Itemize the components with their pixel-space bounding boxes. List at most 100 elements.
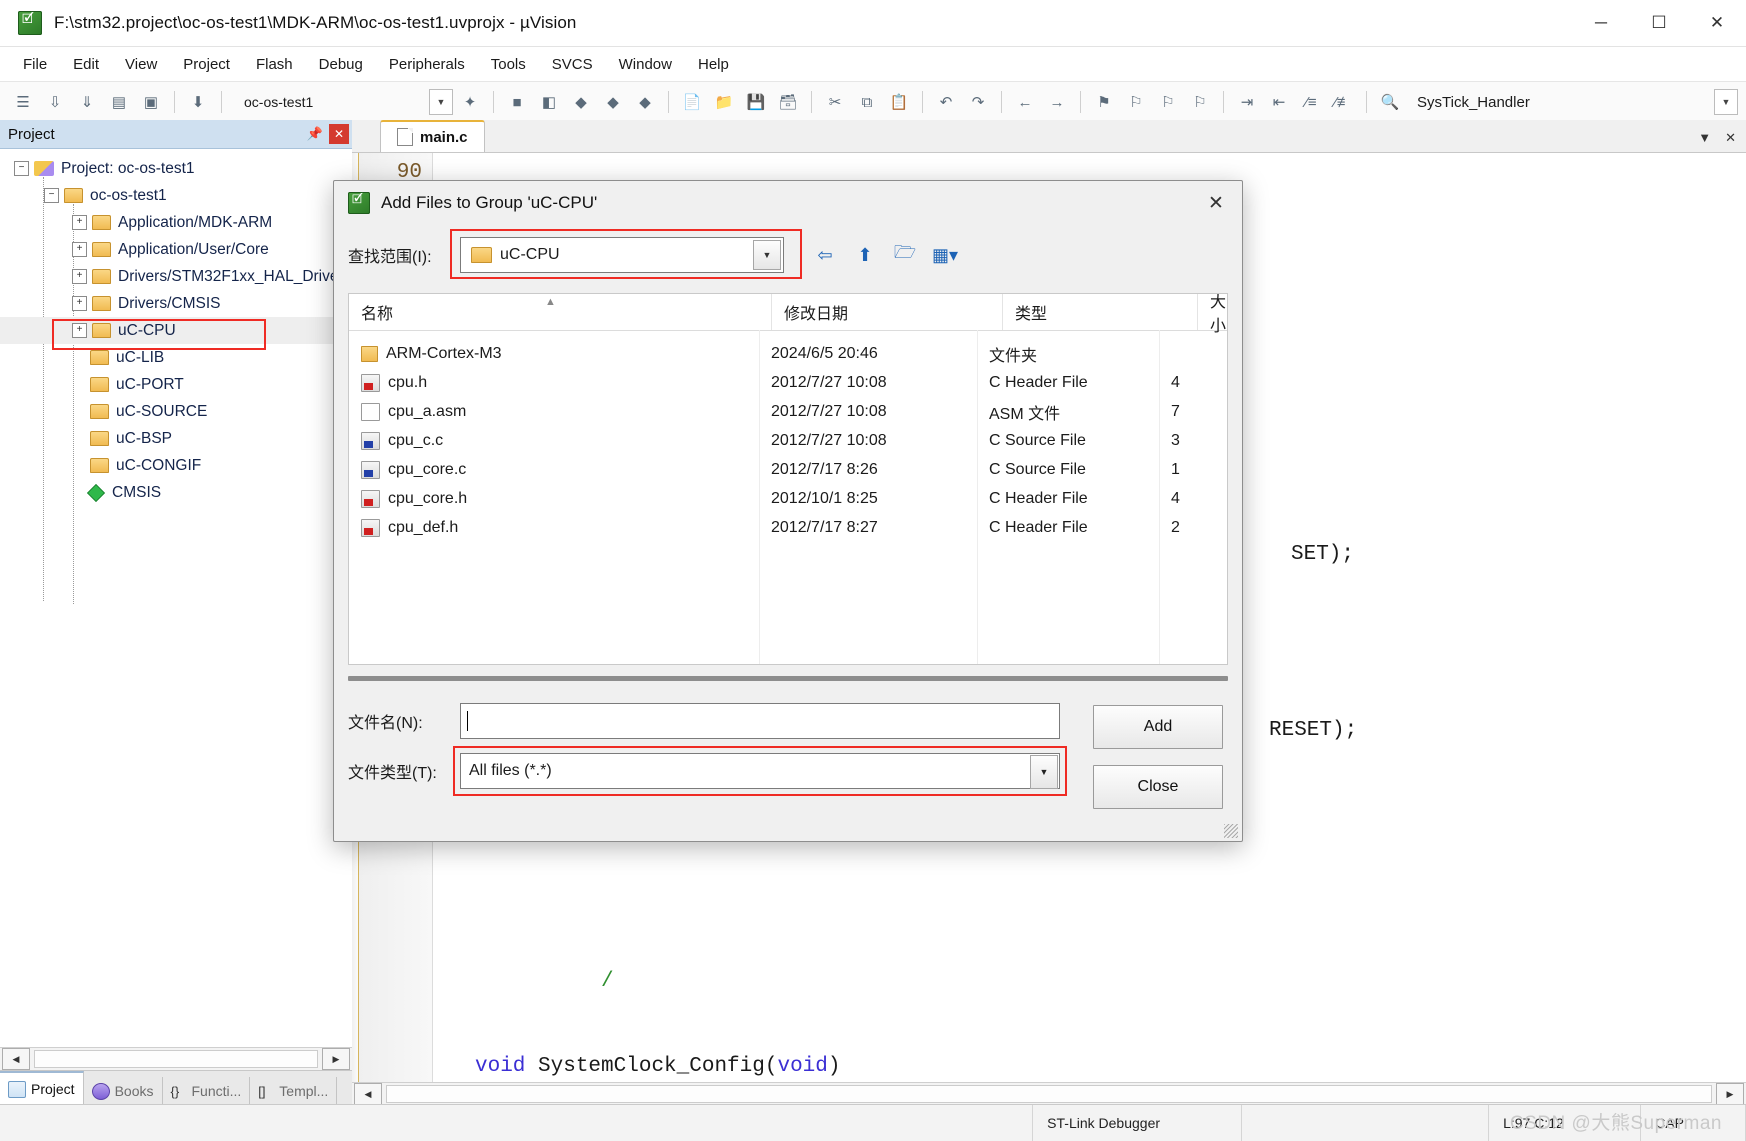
scroll-left-icon[interactable]: ◀ [2, 1048, 30, 1070]
filetype-combobox[interactable]: All files (*.*) ▼ [460, 753, 1060, 789]
chevron-down-icon[interactable]: ▼ [753, 240, 781, 270]
function-selector-chevron-down-icon[interactable]: ▼ [1714, 89, 1738, 115]
redo-icon[interactable]: ↷ [963, 87, 993, 117]
scroll-right-icon[interactable]: ▶ [1716, 1083, 1744, 1105]
editor-horizontal-scrollbar[interactable]: ◀ ▶ [352, 1082, 1746, 1105]
tree-node-group[interactable]: + Drivers/STM32F1xx_HAL_Drive [0, 263, 352, 290]
expand-icon[interactable]: + [72, 296, 87, 311]
new-file-icon[interactable]: 📄 [677, 87, 707, 117]
tree-node-uc-cpu[interactable]: + uC-CPU [0, 317, 352, 344]
tree-node-group[interactable]: + Application/User/Core [0, 236, 352, 263]
download-all-icon[interactable]: ⇓ [72, 87, 102, 117]
cut-icon[interactable]: ✂ [820, 87, 850, 117]
uncomment-icon[interactable]: ⁄≢ [1328, 87, 1358, 117]
tab-books[interactable]: Books [84, 1077, 163, 1105]
save-all-icon[interactable]: 🗃 [773, 87, 803, 117]
manage-windows-icon[interactable]: ◧ [534, 87, 564, 117]
file-row[interactable]: cpu_c.c 2012/7/27 10:08 C Source File 3 [349, 426, 1227, 455]
maximize-button[interactable]: ☐ [1630, 0, 1688, 46]
close-button[interactable]: Close [1093, 765, 1223, 809]
scrollbar-thumb[interactable] [34, 1050, 318, 1068]
column-header-date[interactable]: 修改日期 [771, 294, 1002, 330]
debug-multi-icon[interactable]: ◆ [630, 87, 660, 117]
build-icon[interactable]: ☰ [8, 87, 38, 117]
view-mode-icon[interactable]: ▦▾ [930, 240, 960, 270]
tree-node-group[interactable]: uC-PORT [0, 371, 352, 398]
file-row[interactable]: ARM-Cortex-M3 2024/6/5 20:46 文件夹 [349, 339, 1227, 368]
bookmark-next-icon[interactable]: ⚐ [1153, 87, 1183, 117]
editor-tab-main-c[interactable]: main.c [380, 120, 485, 152]
tree-node-group[interactable]: uC-SOURCE [0, 398, 352, 425]
copy-icon[interactable]: ⧉ [852, 87, 882, 117]
layers-icon[interactable]: ▤ [104, 87, 134, 117]
scroll-left-icon[interactable]: ◀ [354, 1083, 382, 1105]
function-selector[interactable]: SysTick_Handler [1417, 94, 1530, 111]
file-row[interactable]: cpu_a.asm 2012/7/27 10:08 ASM 文件 7 [349, 397, 1227, 426]
scroll-right-icon[interactable]: ▶ [322, 1048, 350, 1070]
scrollbar-thumb[interactable] [386, 1085, 1712, 1103]
clear-icon[interactable]: ▣ [136, 87, 166, 117]
collapse-icon[interactable]: − [14, 161, 29, 176]
open-file-icon[interactable]: 📁 [709, 87, 739, 117]
file-row[interactable]: cpu_def.h 2012/7/17 8:27 C Header File 2 [349, 513, 1227, 542]
target-options-icon[interactable]: ✦ [455, 87, 485, 117]
chevron-down-icon[interactable]: ▼ [1030, 755, 1058, 789]
tree-node-group[interactable]: + Drivers/CMSIS [0, 290, 352, 317]
dialog-close-icon[interactable]: ✕ [1190, 181, 1242, 225]
load-icon[interactable]: ⬇ [183, 87, 213, 117]
menu-window[interactable]: Window [606, 51, 685, 78]
menu-flash[interactable]: Flash [243, 51, 306, 78]
tree-node-group[interactable]: uC-CONGIF [0, 452, 352, 479]
tree-node-project[interactable]: − Project: oc-os-test1 [0, 155, 352, 182]
file-row[interactable]: cpu_core.h 2012/10/1 8:25 C Header File … [349, 484, 1227, 513]
resize-grip-icon[interactable] [1224, 824, 1238, 838]
project-horizontal-scrollbar[interactable]: ◀ ▶ [0, 1047, 352, 1070]
minimize-button[interactable]: ─ [1572, 0, 1630, 46]
add-button[interactable]: Add [1093, 705, 1223, 749]
scrollbar-track[interactable] [348, 675, 1228, 681]
menu-edit[interactable]: Edit [60, 51, 112, 78]
target-selector[interactable]: oc-os-test1 ▼ [236, 89, 453, 115]
expand-icon[interactable]: + [72, 242, 87, 257]
pin-icon[interactable]: 📌 [304, 123, 326, 145]
menu-peripherals[interactable]: Peripherals [376, 51, 478, 78]
manage-components-icon[interactable]: ■ [502, 87, 532, 117]
tree-node-group[interactable]: + Application/MDK-ARM [0, 209, 352, 236]
editor-tab-close-icon[interactable]: ✕ [1725, 130, 1736, 146]
new-folder-icon[interactable]: 🗁 [890, 240, 920, 270]
menu-help[interactable]: Help [685, 51, 742, 78]
file-list-horizontal-scrollbar[interactable] [348, 671, 1228, 685]
paste-icon[interactable]: 📋 [884, 87, 914, 117]
navigate-forward-icon[interactable]: → [1042, 87, 1072, 117]
bookmark-prev-icon[interactable]: ⚐ [1121, 87, 1151, 117]
debug-teal-icon[interactable]: ◆ [598, 87, 628, 117]
column-header-name[interactable]: 名称 ▲ [349, 294, 771, 330]
undo-icon[interactable]: ↶ [931, 87, 961, 117]
bookmark-toggle-icon[interactable]: ⚑ [1089, 87, 1119, 117]
menu-svcs[interactable]: SVCS [539, 51, 606, 78]
tab-project[interactable]: Project [0, 1071, 84, 1105]
expand-icon[interactable]: + [72, 269, 87, 284]
debug-green-icon[interactable]: ◆ [566, 87, 596, 117]
menu-file[interactable]: File [10, 51, 60, 78]
column-header-size[interactable]: 大小 [1197, 294, 1227, 335]
tree-node-target[interactable]: − oc-os-test1 [0, 182, 352, 209]
bookmark-clear-icon[interactable]: ⚐ [1185, 87, 1215, 117]
expand-icon[interactable]: + [72, 323, 87, 338]
save-icon[interactable]: 💾 [741, 87, 771, 117]
tab-functions[interactable]: {} Functi... [163, 1077, 251, 1105]
download-icon[interactable]: ⇩ [40, 87, 70, 117]
navigate-back-icon[interactable]: ← [1010, 87, 1040, 117]
expand-icon[interactable]: + [72, 215, 87, 230]
find-in-files-icon[interactable]: 🔍 [1375, 87, 1405, 117]
file-row[interactable]: cpu_core.c 2012/7/17 8:26 C Source File … [349, 455, 1227, 484]
editor-tab-list-chevron-down-icon[interactable]: ▼ [1698, 130, 1711, 146]
outdent-icon[interactable]: ⇤ [1264, 87, 1294, 117]
back-arrow-icon[interactable]: ⇦ [810, 240, 840, 270]
comment-icon[interactable]: ⁄≡ [1296, 87, 1326, 117]
filename-input[interactable] [460, 703, 1060, 739]
tab-templates[interactable]: [] Templ... [250, 1077, 338, 1105]
tree-node-cmsis[interactable]: CMSIS [0, 479, 352, 506]
close-button[interactable]: ✕ [1688, 0, 1746, 46]
look-in-combobox[interactable]: uC-CPU ▼ [460, 237, 784, 273]
